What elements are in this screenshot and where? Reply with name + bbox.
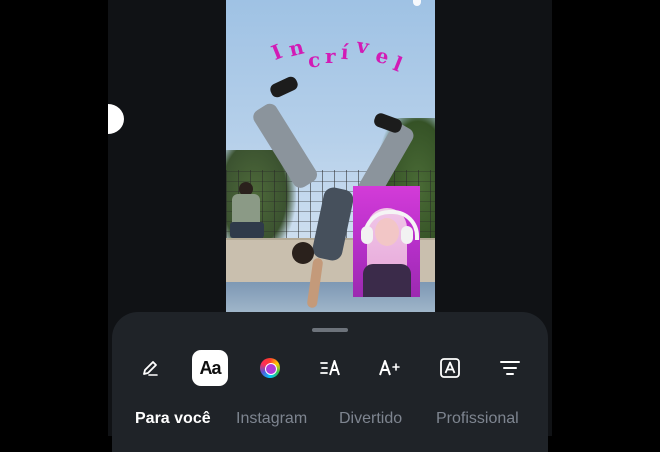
text-background-icon — [440, 358, 460, 378]
color-wheel-icon — [260, 358, 280, 378]
sticker-letter: í — [340, 39, 350, 65]
tab-instagram[interactable]: Instagram — [236, 410, 307, 428]
tab-divertido[interactable]: Divertido — [339, 410, 402, 428]
text-background-button[interactable] — [432, 350, 468, 386]
text-effects-button[interactable] — [372, 350, 408, 386]
pen-icon — [143, 361, 158, 376]
alignment-button[interactable] — [313, 350, 349, 386]
sticker-letter: I — [267, 39, 286, 65]
curved-text-sticker[interactable]: I n c r í v e l — [226, 26, 435, 86]
sticker-letter: e — [372, 42, 392, 70]
sticker-letter: v — [355, 33, 371, 59]
sticker-letter: r — [325, 44, 336, 68]
sticker-letter: n — [286, 34, 307, 62]
picture-in-picture-video[interactable] — [353, 186, 420, 297]
text-style-button[interactable]: Aa — [192, 350, 228, 386]
sticker-letter: l — [389, 51, 406, 77]
filters-button[interactable] — [492, 350, 528, 386]
tab-para-voce[interactable]: Para você — [135, 410, 211, 428]
sheet-grabber[interactable] — [312, 328, 348, 332]
left-bezel — [0, 0, 108, 436]
side-drag-handle[interactable] — [108, 104, 124, 134]
text-align-icon — [320, 360, 340, 376]
draw-tool-button[interactable] — [132, 350, 168, 386]
right-bezel — [552, 0, 660, 436]
color-button[interactable] — [252, 350, 288, 386]
tab-profissional[interactable]: Profissional — [436, 410, 519, 428]
sticker-letter: c — [306, 47, 322, 73]
story-preview[interactable]: I n c r í v e l — [226, 0, 435, 312]
filter-lines-icon — [500, 361, 520, 375]
text-style-icon: Aa — [199, 357, 221, 378]
text-size-plus-icon — [379, 360, 400, 376]
